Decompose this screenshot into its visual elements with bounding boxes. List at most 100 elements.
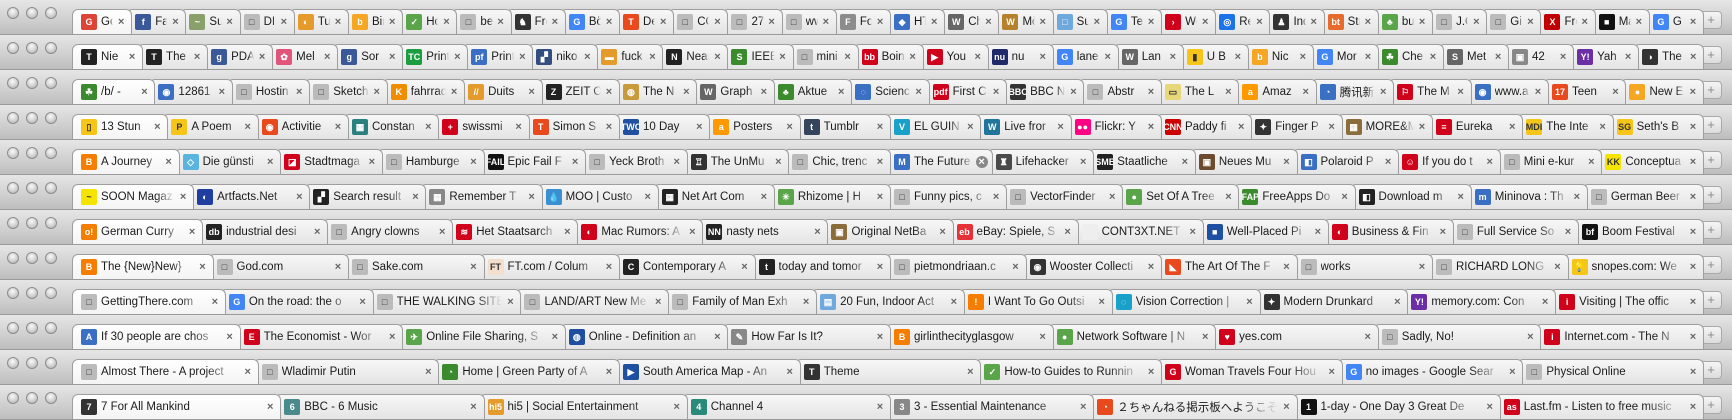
browser-tab[interactable]: □ Angry clowns × [322, 219, 454, 244]
close-tab-icon[interactable]: × [138, 86, 150, 98]
close-tab-icon[interactable]: × [1010, 261, 1022, 273]
close-tab-icon[interactable]: × [1091, 16, 1103, 28]
close-tab-icon[interactable]: × [1416, 121, 1428, 133]
close-tab-icon[interactable]: × [264, 156, 276, 168]
close-tab-icon[interactable]: × [1687, 86, 1699, 98]
browser-tab[interactable]: ◎ReGo× [1210, 9, 1271, 34]
browser-tab[interactable]: ☘ Che × [1372, 44, 1444, 69]
close-tab-icon[interactable]: × [293, 191, 305, 203]
browser-tab[interactable]: ◔ 腾讯新 × [1310, 79, 1395, 104]
browser-tab[interactable]: W Lan × [1112, 44, 1184, 69]
close-tab-icon[interactable]: × [874, 261, 886, 273]
browser-tab[interactable]: ✳ Rhizome | H × [768, 184, 891, 209]
browser-tab[interactable]: G Woman Travels Four Hou × [1156, 359, 1343, 384]
browser-tab[interactable]: 1 1-day - One Day 3 Great De × [1291, 394, 1501, 419]
browser-tab[interactable]: ♞Free× [505, 9, 566, 34]
close-tab-icon[interactable]: × [191, 51, 203, 63]
zoom-window-button[interactable] [45, 42, 57, 54]
zoom-window-button[interactable] [45, 217, 57, 229]
browser-tab[interactable]: ▦ Remember T × [420, 184, 543, 209]
browser-tab[interactable]: □ God.com × [207, 254, 349, 279]
close-tab-icon[interactable]: × [1633, 16, 1645, 28]
browser-tab[interactable]: ◌ Scienc × [846, 79, 930, 104]
browser-tab[interactable]: ◐ Artfacts.Net × [188, 184, 311, 209]
close-tab-icon[interactable]: × [1506, 366, 1518, 378]
close-tab-icon[interactable]: × [784, 121, 796, 133]
browser-tab[interactable]: 6 BBC - 6 Music × [275, 394, 485, 419]
browser-tab[interactable]: ◉ Wooster Collecti × [1020, 254, 1162, 279]
close-tab-icon[interactable]: × [652, 296, 664, 308]
browser-tab[interactable]: ⚐ The M × [1388, 79, 1472, 104]
browser-tab[interactable]: Bgirlinthecityglasgow × [884, 324, 1054, 349]
browser-tab[interactable]: ▣ Neues Mu × [1189, 149, 1298, 174]
close-window-button[interactable] [7, 287, 19, 299]
browser-tab[interactable]: □ Almost There - A project × [72, 359, 259, 384]
browser-tab[interactable]: ■ Well-Placed Pi × [1197, 219, 1329, 244]
browser-tab[interactable]: PA Poem × [162, 114, 259, 139]
close-tab-icon[interactable]: × [581, 51, 593, 63]
browser-tab[interactable]: FT FT.com / Colum × [478, 254, 620, 279]
browser-tab[interactable]: g Sor × [332, 44, 404, 69]
browser-tab[interactable]: C Contemporary A × [614, 254, 756, 279]
close-tab-icon[interactable]: × [409, 191, 421, 203]
close-tab-icon[interactable]: × [739, 261, 751, 273]
browser-tab[interactable]: m Mininova : Th × [1465, 184, 1588, 209]
browser-tab[interactable]: S Met × [1437, 44, 1510, 69]
close-tab-icon[interactable]: × [1427, 51, 1439, 63]
close-tab-icon[interactable]: × [186, 226, 198, 238]
browser-tab[interactable]: □ mini × [787, 44, 859, 69]
browser-tab[interactable]: B A Journey × [72, 149, 180, 174]
browser-tab[interactable]: ♣ Aktue × [768, 79, 853, 104]
close-tab-icon[interactable]: × [1377, 86, 1389, 98]
close-tab-icon[interactable]: × [1145, 121, 1157, 133]
browser-tab[interactable]: a Amaz × [1233, 79, 1317, 104]
close-tab-icon[interactable]: × [711, 51, 723, 63]
browser-tab[interactable]: ✦ Modern Drunkard × [1254, 289, 1409, 314]
browser-tab[interactable]: □ Hostin × [226, 79, 311, 104]
browser-tab[interactable]: ▦ MORE&M × [1336, 114, 1433, 139]
minimize-window-button[interactable] [26, 182, 38, 194]
browser-tab[interactable]: 17 Teen × [1543, 79, 1627, 104]
browser-tab[interactable]: □ Mini e-kur × [1494, 149, 1603, 174]
browser-tab[interactable]: g PDA × [202, 44, 274, 69]
close-tab-icon[interactable]: × [1062, 226, 1074, 238]
close-tab-icon[interactable]: × [371, 86, 383, 98]
browser-tab[interactable]: WMöbel× [993, 9, 1054, 34]
close-tab-icon[interactable]: × [495, 16, 507, 28]
zoom-window-button[interactable] [45, 147, 57, 159]
browser-tab[interactable]: □ GettingThere.com × [72, 289, 226, 314]
browser-tab[interactable]: //Duits × [459, 79, 543, 104]
browser-tab[interactable]: FAP FreeApps Do × [1233, 184, 1356, 209]
browser-tab[interactable]: □ works × [1291, 254, 1433, 279]
close-tab-icon[interactable]: × [1235, 121, 1247, 133]
browser-tab[interactable]: □www× [776, 9, 837, 34]
close-window-button[interactable] [7, 7, 19, 19]
close-tab-icon[interactable]: × [1557, 51, 1569, 63]
close-tab-icon[interactable]: × [242, 121, 254, 133]
close-tab-icon[interactable]: × [115, 16, 127, 28]
browser-tab[interactable]: FAILEpic Fail F × [478, 149, 587, 174]
close-tab-icon[interactable]: × [907, 51, 919, 63]
zoom-window-button[interactable] [45, 182, 57, 194]
browser-tab[interactable]: ♖ The UnMu × [681, 149, 790, 174]
browser-tab[interactable]: □ Family of Man Exh × [663, 289, 818, 314]
close-tab-icon[interactable]: × [874, 156, 886, 168]
browser-tab[interactable]: FFond× [830, 9, 892, 34]
close-tab-icon[interactable]: × [686, 226, 698, 238]
close-window-button[interactable] [7, 42, 19, 54]
browser-tab[interactable]: □ RICHARD LONG × [1427, 254, 1569, 279]
browser-tab[interactable]: G Mor × [1307, 44, 1379, 69]
browser-tab[interactable]: □ Sake.com × [343, 254, 485, 279]
browser-tab[interactable]: □ Hamburge × [376, 149, 485, 174]
close-tab-icon[interactable]: × [1106, 191, 1118, 203]
close-tab-icon[interactable]: × [758, 86, 770, 98]
close-tab-icon[interactable]: × [1244, 296, 1256, 308]
close-window-button[interactable] [7, 112, 19, 124]
browser-tab[interactable]: □J.G.× [1427, 9, 1488, 34]
browser-tab[interactable]: ✎ How Far Is It? × [722, 324, 891, 349]
zoom-window-button[interactable] [45, 392, 57, 404]
close-tab-icon[interactable]: × [1326, 121, 1338, 133]
browser-tab[interactable]: □ Yeck Broth × [580, 149, 688, 174]
close-tab-icon[interactable]: × [928, 16, 940, 28]
browser-tab[interactable]: CNNPaddy fi × [1155, 114, 1253, 139]
